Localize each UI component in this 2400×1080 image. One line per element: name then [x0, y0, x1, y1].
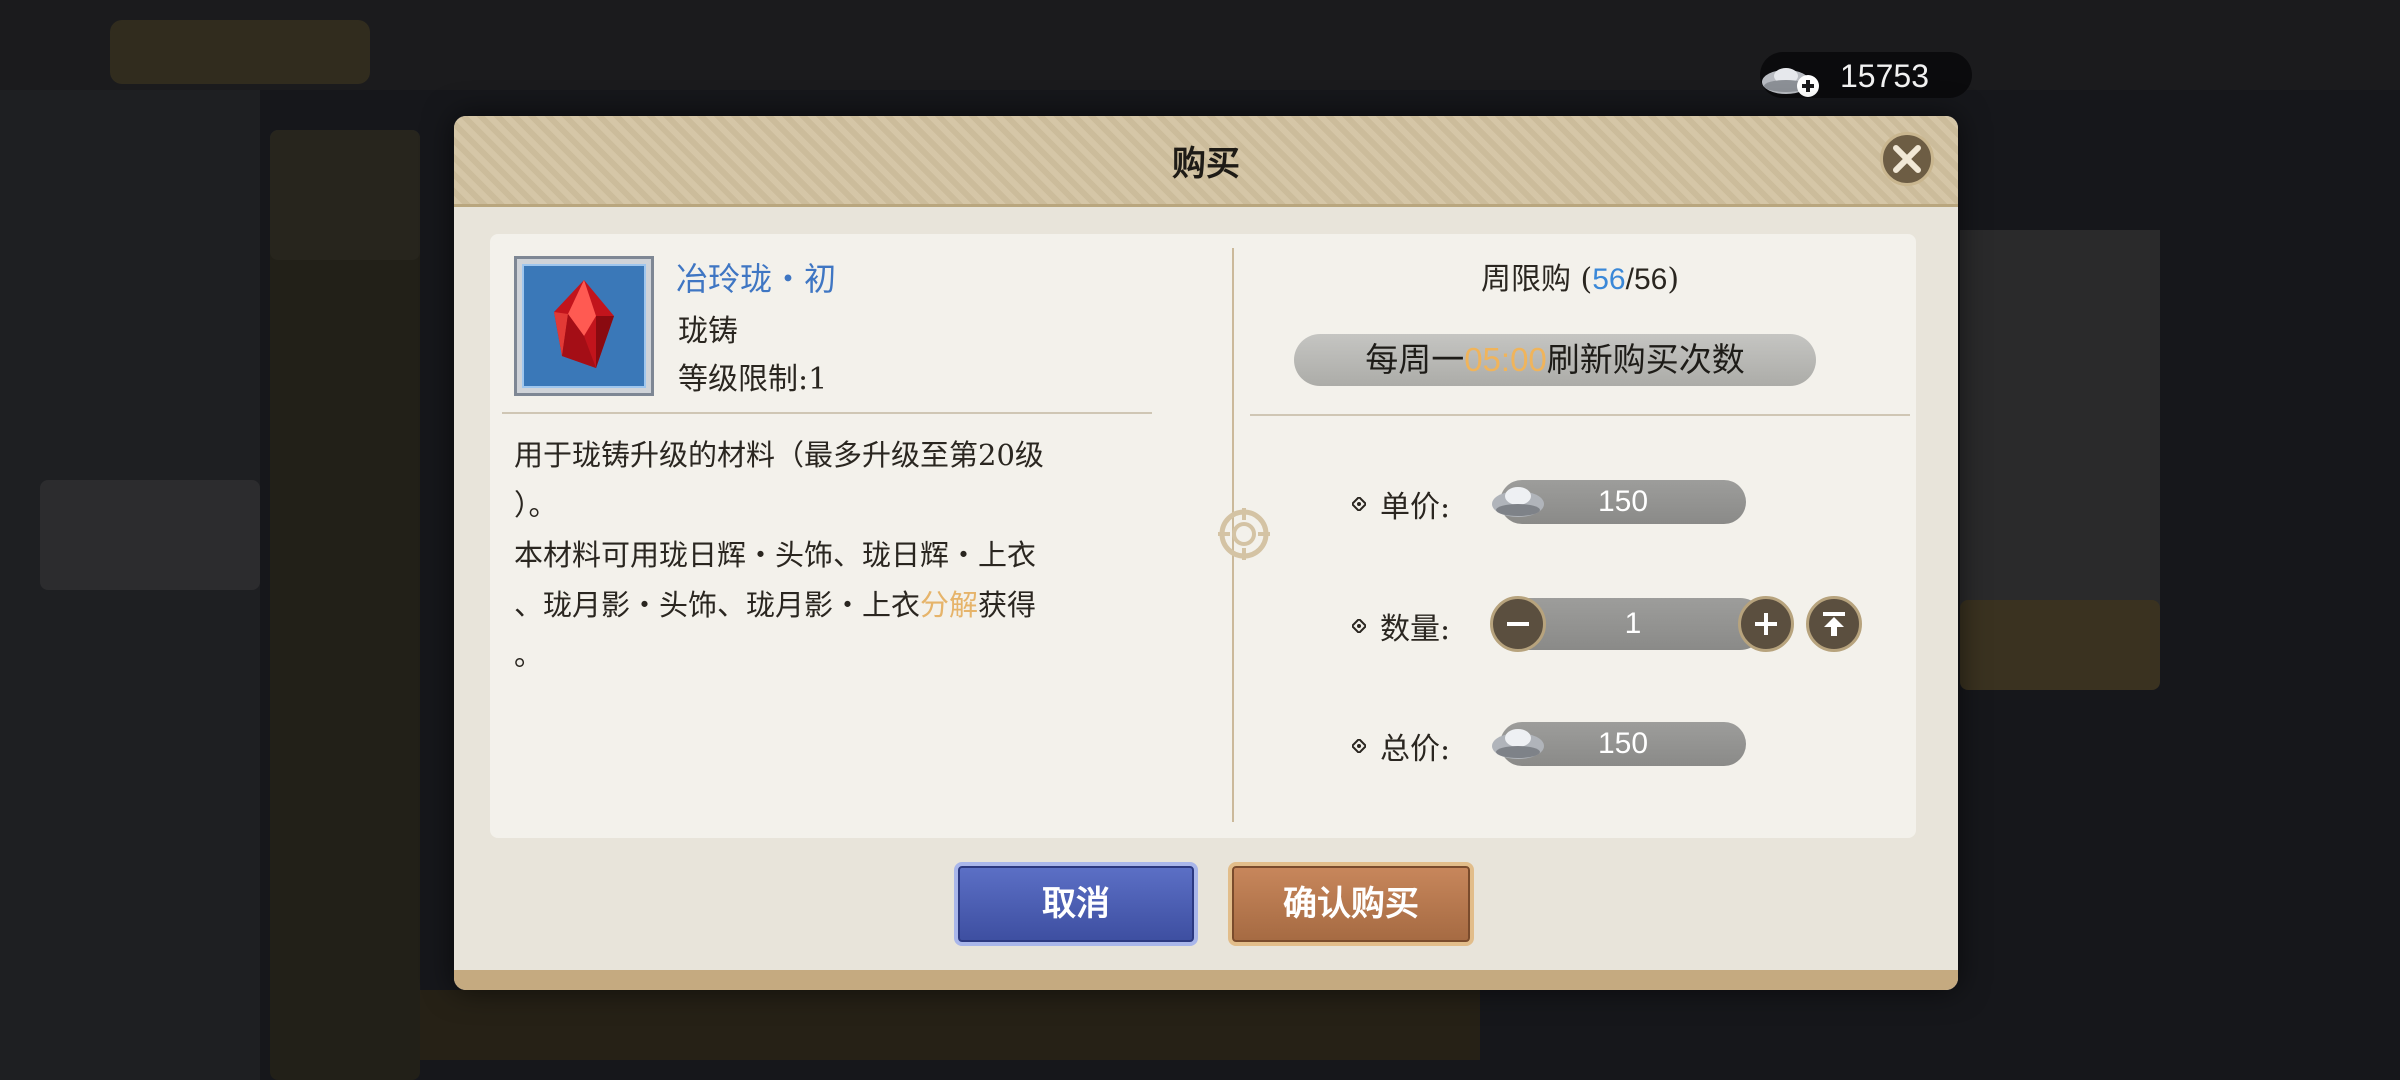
quantity-label: 数量: — [1352, 604, 1450, 648]
refresh-prefix: 每周一 — [1365, 340, 1465, 379]
weekly-limit-separator: / — [1625, 263, 1634, 296]
item-icon-frame[interactable] — [514, 256, 654, 396]
item-description: 用于珑铸升级的材料（最多升级至第20级 ）。 本材料可用珑日辉・头饰、珑日辉・上… — [514, 430, 1134, 680]
refresh-time: 05:00 — [1464, 341, 1547, 378]
background-right-button — [1960, 600, 2160, 690]
red-crystal-icon — [554, 280, 614, 368]
diamond-bullet-icon — [1352, 497, 1366, 511]
max-arrow-icon — [1823, 612, 1845, 636]
increase-button[interactable] — [1738, 596, 1794, 652]
confirm-purchase-button[interactable]: 确认购买 — [1228, 862, 1474, 946]
item-name: 冶玲珑・初 — [676, 260, 837, 298]
item-type: 珑铸 — [678, 314, 738, 349]
weekly-limit-close: ) — [1667, 262, 1680, 297]
minus-icon — [1507, 622, 1529, 626]
close-button[interactable] — [1880, 132, 1934, 186]
background-sidebar-item — [40, 480, 260, 590]
item-level-limit: 等级限制:1 — [678, 362, 828, 397]
diamond-bullet-icon — [1352, 739, 1366, 753]
description-highlight: 分解 — [920, 588, 979, 622]
dialog-content-panel: 冶玲珑・初 珑铸 等级限制:1 用于珑铸升级的材料（最多升级至第20级 ）。 本… — [490, 234, 1916, 838]
background-bottom-bar — [420, 990, 1480, 1060]
weekly-limit: 周限购 (56/56) — [1250, 254, 1910, 298]
background-tab-highlight — [110, 20, 370, 84]
close-icon — [1893, 145, 1921, 173]
currency-display[interactable]: 15753 — [1760, 52, 1972, 98]
dialog-title: 购买 — [1172, 144, 1240, 184]
total-price-label: 总价: — [1352, 724, 1450, 768]
purchase-dialog: 购买 冶玲珑・初 珑铸 等级限制:1 用于珑铸升级的材料（最多升级至第20级 ）… — [454, 116, 1958, 990]
refresh-notice: 每周一05:00刷新购买次数 — [1294, 334, 1816, 386]
dialog-header: 购买 — [454, 116, 1958, 207]
background-column — [270, 130, 420, 1080]
diamond-bullet-icon — [1352, 619, 1366, 633]
unit-price-label: 单价: — [1352, 482, 1450, 526]
weekly-limit-total: 56 — [1633, 263, 1668, 296]
weekly-limit-label: 周限购 ( — [1480, 262, 1593, 297]
refresh-suffix: 刷新购买次数 — [1546, 340, 1745, 379]
divider — [502, 412, 1152, 414]
silver-ingot-icon — [1492, 729, 1544, 759]
decrease-button[interactable] — [1490, 596, 1546, 652]
dialog-footer-bar — [454, 970, 1958, 990]
ornament-icon — [1216, 506, 1272, 566]
weekly-limit-current: 56 — [1592, 263, 1626, 296]
silver-ingot-icon — [1492, 487, 1544, 517]
currency-amount: 15753 — [1840, 58, 1929, 94]
cancel-button[interactable]: 取消 — [954, 862, 1198, 946]
divider — [1250, 414, 1910, 416]
max-quantity-button[interactable] — [1806, 596, 1862, 652]
background-right-card — [1960, 230, 2160, 660]
silver-ingot-plus-icon[interactable] — [1756, 56, 1826, 104]
plus-icon — [1755, 613, 1777, 635]
